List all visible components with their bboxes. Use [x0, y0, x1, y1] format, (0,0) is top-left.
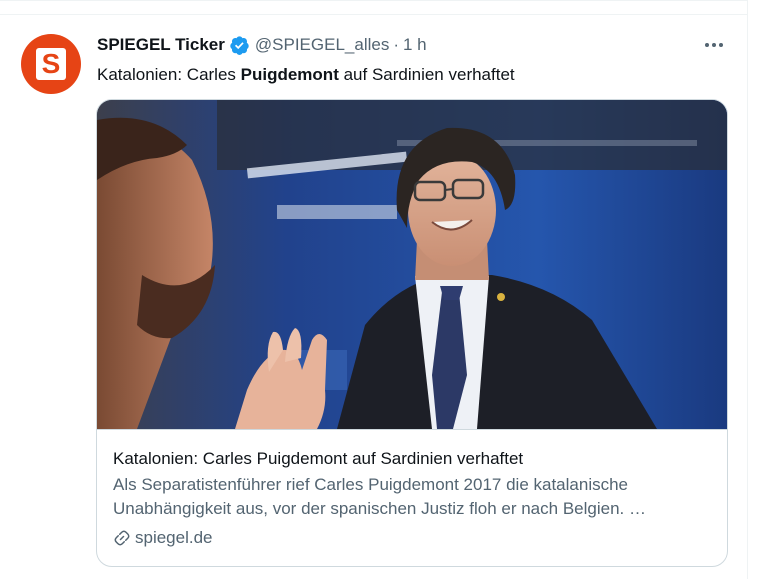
tweet-text-part: auf Sardinien verhaftet	[338, 65, 515, 84]
tweet-header: SPIEGEL Ticker @SPIEGEL_alles · 1 h	[97, 33, 427, 57]
card-body[interactable]: Katalonien: Carles Puigdemont auf Sardin…	[97, 429, 727, 566]
more-dots-icon[interactable]	[705, 35, 723, 55]
link-icon	[114, 530, 130, 546]
author-name[interactable]: SPIEGEL Ticker	[97, 35, 225, 55]
spiegel-logo-icon: S	[36, 48, 66, 80]
card-description-line: Unabhängigkeit aus, vor der spanischen J…	[113, 499, 646, 518]
card-domain-text[interactable]: spiegel.de	[135, 526, 213, 550]
verified-badge-icon	[230, 35, 249, 55]
author-handle[interactable]: @SPIEGEL_alles	[255, 35, 389, 55]
press-conference-photo	[97, 100, 727, 429]
timestamp[interactable]: 1 h	[403, 35, 427, 55]
card-domain[interactable]: spiegel.de	[113, 526, 213, 550]
tweet-text-part: Katalonien: Carles	[97, 65, 241, 84]
card-title[interactable]: Katalonien: Carles Puigdemont auf Sardin…	[113, 448, 523, 470]
separator-dot: ·	[393, 35, 399, 54]
card-description-line: Als Separatistenführer rief Carles Puigd…	[113, 475, 629, 494]
tweet-text: Katalonien: Carles Puigdemont auf Sardin…	[97, 63, 515, 87]
tweet[interactable]: S SPIEGEL Ticker @SPIEGEL_alles · 1 h Ka…	[0, 14, 748, 579]
link-card[interactable]: Katalonien: Carles Puigdemont auf Sardin…	[96, 99, 728, 567]
timeline-column: S SPIEGEL Ticker @SPIEGEL_alles · 1 h Ka…	[0, 0, 748, 579]
previous-tweet-divider	[0, 0, 748, 1]
avatar[interactable]: S	[21, 34, 81, 94]
tweet-text-bold: Puigdemont	[240, 65, 339, 84]
card-description: Als Separatistenführer rief Carles Puigd…	[113, 473, 713, 521]
card-photo[interactable]	[97, 100, 727, 429]
